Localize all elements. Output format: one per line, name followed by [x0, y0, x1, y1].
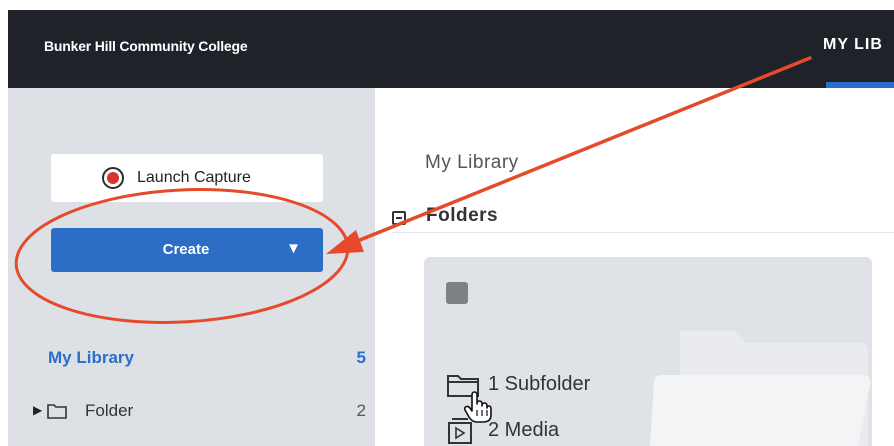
- section-title: Folders: [426, 205, 499, 226]
- create-label: Create: [162, 241, 210, 258]
- library-item-count: 5: [356, 348, 366, 367]
- folder-icon: [47, 404, 67, 419]
- active-tab-indicator: [826, 82, 894, 88]
- create-button[interactable]: Create ▼: [51, 228, 323, 272]
- collapse-icon[interactable]: [392, 211, 406, 225]
- folder-item-count: 2: [356, 401, 366, 420]
- sidebar-item-my-library[interactable]: My Library 5: [48, 348, 366, 372]
- dropdown-caret-icon[interactable]: ▼: [286, 240, 301, 257]
- sidebar-item-label: Folder: [85, 401, 134, 420]
- record-icon: [102, 167, 124, 189]
- subfolder-count-label: 1 Subfolder: [488, 373, 591, 395]
- sidebar-item-label: My Library: [48, 348, 134, 367]
- sidebar-item-folder[interactable]: ▶ Folder 2: [33, 401, 366, 425]
- launch-capture-label: Launch Capture: [137, 169, 251, 186]
- institution-name: Bunker Hill Community College: [44, 38, 248, 54]
- sidebar: Launch Capture Create ▼ My Library 5 ▶ F…: [8, 88, 375, 446]
- media-count-label: 2 Media: [488, 419, 560, 441]
- expand-caret-icon[interactable]: ▶: [33, 403, 42, 417]
- folders-section-header: Folders: [392, 205, 894, 233]
- select-checkbox[interactable]: [446, 282, 468, 304]
- hand-cursor-icon: [463, 391, 492, 423]
- breadcrumb: My Library: [425, 152, 519, 173]
- top-navigation-bar: Bunker Hill Community College MY LIB: [8, 10, 894, 88]
- launch-capture-button[interactable]: Launch Capture: [51, 154, 323, 202]
- tab-my-library[interactable]: MY LIB: [823, 36, 883, 54]
